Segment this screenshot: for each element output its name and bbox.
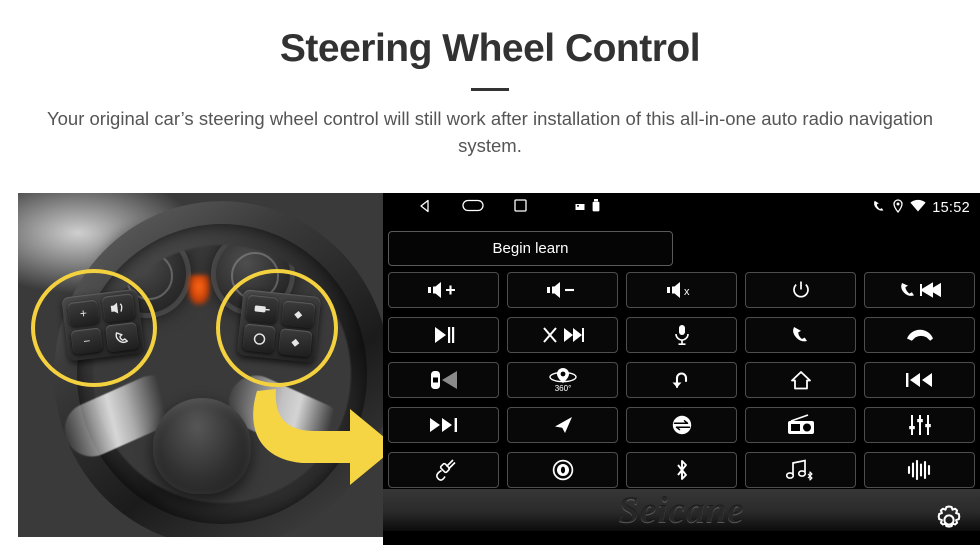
page-title: Steering Wheel Control [279, 27, 701, 70]
button-volume-up[interactable] [388, 272, 499, 308]
button-phone-hangup[interactable] [864, 317, 975, 353]
button-source-mode[interactable] [626, 407, 737, 443]
system-status-icons [575, 193, 600, 223]
back-icon[interactable] [418, 199, 432, 218]
button-radio[interactable] [745, 407, 856, 443]
swc-button-grid: x 360° [388, 272, 975, 488]
bluetooth-music-icon [785, 459, 813, 481]
button-equalizer[interactable] [864, 407, 975, 443]
button-home[interactable] [745, 362, 856, 398]
button-back[interactable] [626, 362, 737, 398]
steering-wheel-hub [153, 398, 251, 494]
button-volume-down[interactable] [507, 272, 618, 308]
play-pause-icon [434, 327, 454, 343]
gear-icon [937, 505, 961, 528]
next-track-icon [429, 418, 457, 432]
phone-hangup-icon [906, 329, 933, 341]
phone-answer-icon [792, 327, 807, 342]
volume-down-icon [546, 282, 574, 298]
android-nav-buttons [418, 193, 527, 223]
button-power[interactable] [745, 272, 856, 308]
highlight-circle-left [31, 269, 157, 387]
usb-icon [592, 199, 600, 217]
button-phone-previous[interactable] [864, 272, 975, 308]
wifi-icon [910, 199, 926, 217]
svg-text:360°: 360° [554, 384, 571, 393]
status-clock: 15:52 [932, 200, 970, 216]
mute-icon: x [666, 282, 690, 298]
steering-wheel-photo: + − [18, 193, 383, 537]
aux-plug-icon [435, 459, 456, 481]
button-mute[interactable]: x [626, 272, 737, 308]
power-icon [792, 281, 809, 298]
head-unit-screen: 15:52 Begin learn x 360° Seicane [383, 193, 980, 545]
rear-camera-icon [430, 371, 457, 389]
previous-track-icon [905, 373, 932, 387]
button-play-pause[interactable] [388, 317, 499, 353]
equalizer-icon [908, 415, 931, 435]
sd-card-icon [575, 199, 585, 217]
camera-360-icon: 360° [548, 368, 577, 393]
button-previous-track[interactable] [864, 362, 975, 398]
button-microphone[interactable] [626, 317, 737, 353]
recents-icon[interactable] [514, 199, 527, 217]
back-arrow-icon [672, 372, 687, 389]
page-header: Steering Wheel Control Your original car… [0, 0, 980, 159]
home-icon[interactable] [462, 199, 484, 217]
volume-up-icon [427, 282, 455, 298]
button-phone-answer[interactable] [745, 317, 856, 353]
phone-icon [872, 199, 886, 218]
button-next-track[interactable] [388, 407, 499, 443]
page-subtitle: Your original car’s steering wheel contr… [46, 108, 934, 156]
disc-icon [552, 459, 573, 481]
radio-icon [787, 414, 814, 434]
highlight-circle-right [216, 269, 338, 387]
button-voice-wave[interactable] [864, 452, 975, 488]
button-bluetooth-music[interactable] [745, 452, 856, 488]
button-camera-360[interactable]: 360° [507, 362, 618, 398]
button-disc[interactable] [507, 452, 618, 488]
navigation-arrow-icon [554, 417, 572, 433]
button-aux[interactable] [388, 452, 499, 488]
begin-learn-button[interactable]: Begin learn [388, 231, 673, 266]
svg-text:x: x [684, 286, 690, 298]
bluetooth-icon [676, 460, 687, 480]
phone-previous-icon [900, 282, 941, 298]
voice-wave-icon [907, 460, 930, 480]
button-navigation[interactable] [507, 407, 618, 443]
microphone-icon [674, 325, 689, 345]
brand-watermark: Seicane [383, 489, 980, 531]
settings-button[interactable] [930, 501, 968, 539]
shuffle-next-icon [542, 327, 584, 343]
status-bar-right: 15:52 [872, 193, 970, 223]
button-shuffle-next[interactable] [507, 317, 618, 353]
android-status-bar: 15:52 [383, 193, 980, 223]
begin-learn-label: Begin learn [492, 240, 569, 257]
title-divider [471, 88, 509, 91]
watermark-text: Seicane [618, 489, 745, 531]
button-bluetooth[interactable] [626, 452, 737, 488]
source-mode-icon [672, 415, 691, 435]
button-rear-camera[interactable] [388, 362, 499, 398]
home-house-icon [790, 371, 811, 390]
location-icon [892, 198, 904, 218]
content-area: + − 15:52 Begin learn x 360° Seicane [0, 193, 980, 548]
